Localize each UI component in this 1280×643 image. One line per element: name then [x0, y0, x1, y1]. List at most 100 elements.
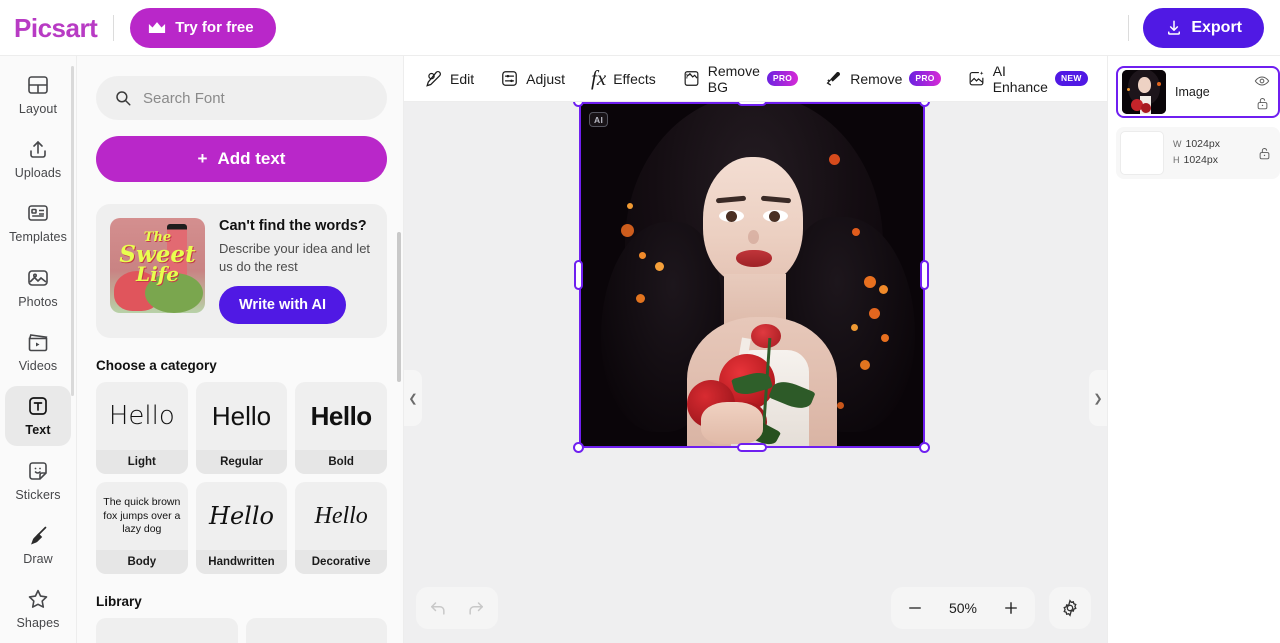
sidebar-item-label: Uploads	[14, 165, 62, 180]
tool-adjust[interactable]: Adjust	[500, 69, 565, 88]
library-grid: QNZ SELO	[96, 618, 387, 643]
add-text-label: Add text	[217, 149, 286, 168]
text-panel: + Add text The Sweet Life Can't find the…	[77, 56, 404, 643]
tool-edit[interactable]: Edit	[424, 69, 474, 88]
templates-icon	[26, 201, 50, 225]
canvas-settings-button[interactable]	[1049, 587, 1091, 629]
font-category-bold[interactable]: Hello Bold	[295, 382, 387, 475]
plus-icon: +	[197, 149, 208, 168]
font-category-decorative[interactable]: Hello Decorative	[295, 482, 387, 575]
zoom-in-button[interactable]	[993, 591, 1029, 625]
redo-button[interactable]	[458, 591, 494, 625]
sidebar-item-label: Shapes	[16, 616, 60, 631]
layer-actions	[1257, 146, 1272, 161]
resize-handle-bottom-left[interactable]	[573, 442, 584, 453]
sidebar-item-text[interactable]: Text	[5, 385, 71, 446]
font-category-grid: Hello Light Hello Regular Hello Bold The…	[96, 382, 387, 575]
resize-handle-top[interactable]	[737, 102, 767, 106]
ai-card-description: Describe your idea and let us do the res…	[219, 241, 371, 274]
write-with-ai-card: The Sweet Life Can't find the words? Des…	[96, 204, 387, 339]
font-category-label: Decorative	[295, 550, 387, 575]
font-category-label: Body	[96, 550, 188, 575]
eye-icon[interactable]	[1254, 73, 1270, 89]
star-icon	[26, 587, 50, 611]
panel-scrollbar[interactable]	[397, 232, 401, 382]
height-label: H	[1173, 155, 1180, 165]
left-rail: Layout Uploads Templates Photos Videos T…	[0, 56, 77, 643]
search-font-input[interactable]	[143, 89, 369, 107]
zoom-out-button[interactable]	[897, 591, 933, 625]
search-icon	[114, 89, 132, 107]
tool-label: Effects	[613, 70, 656, 87]
sidebar-item-label: Photos	[18, 294, 58, 309]
library-item[interactable]: QNZ	[96, 618, 238, 643]
tool-remove[interactable]: Remove PRO	[824, 69, 941, 88]
tool-ai-enhance[interactable]: AI Enhance NEW	[967, 63, 1088, 95]
rail-scrollbar[interactable]	[71, 66, 74, 396]
chevron-right-icon: ❯	[1093, 392, 1103, 405]
layout-icon	[26, 73, 50, 97]
divider	[113, 14, 115, 41]
collapse-left-panel-button[interactable]: ❮	[404, 370, 422, 426]
choose-category-title: Choose a category	[96, 358, 217, 374]
tool-label: Adjust	[526, 70, 566, 87]
tool-label: Remove	[850, 70, 903, 87]
sidebar-item-stickers[interactable]: Stickers	[5, 450, 71, 510]
font-category-handwritten[interactable]: Hello Handwritten	[195, 482, 288, 575]
font-category-body[interactable]: The quick brown fox jumps over a lazy do…	[96, 482, 188, 575]
font-category-light[interactable]: Hello Light	[96, 382, 188, 475]
collapse-right-panel-button[interactable]: ❯	[1089, 370, 1107, 426]
undo-icon	[428, 598, 448, 618]
layer-thumbnail	[1120, 131, 1164, 175]
image-toolbar: Edit Adjust fx Effects Remove BG PRO Rem…	[404, 56, 1135, 102]
undo-button[interactable]	[420, 591, 456, 625]
sidebar-item-draw[interactable]: Draw	[5, 514, 71, 574]
sidebar-item-photos[interactable]: Photos	[5, 257, 71, 317]
tool-label: AI Enhance	[992, 62, 1048, 95]
layer-row-image[interactable]: Image	[1116, 66, 1280, 118]
lock-icon[interactable]	[1257, 146, 1272, 161]
ai-enhance-icon	[967, 69, 986, 88]
sidebar-item-label: Stickers	[15, 487, 61, 502]
brush-icon	[26, 523, 50, 547]
tool-effects[interactable]: fx Effects	[591, 68, 656, 89]
search-font-box[interactable]	[96, 76, 387, 120]
resize-handle-bottom-right[interactable]	[919, 442, 930, 453]
library-title: Library	[96, 594, 142, 610]
font-preview: Hello	[310, 400, 373, 431]
canvas-area[interactable]: AI ❮ ❯ 50%	[404, 102, 1107, 643]
sidebar-item-shapes[interactable]: Shapes	[5, 579, 71, 639]
write-with-ai-button[interactable]: Write with AI	[219, 286, 346, 325]
layer-row-background[interactable]: W 1024px H 1024px	[1116, 127, 1280, 179]
top-bar: Picsart Try for free Export	[0, 0, 1280, 56]
font-preview: Hello	[108, 401, 175, 432]
resize-handle-left[interactable]	[574, 260, 583, 290]
font-category-regular[interactable]: Hello Regular	[195, 382, 288, 475]
export-label: Export	[1191, 18, 1242, 36]
download-icon	[1165, 19, 1183, 37]
sidebar-item-videos[interactable]: Videos	[5, 321, 71, 381]
picsart-logo[interactable]: Picsart	[14, 15, 98, 41]
try-for-free-button[interactable]: Try for free	[130, 7, 276, 48]
resize-handle-bottom[interactable]	[737, 443, 767, 452]
history-controls	[416, 587, 498, 629]
crown-icon	[148, 21, 166, 35]
canvas-image[interactable]: AI	[579, 102, 925, 448]
lock-icon[interactable]	[1255, 96, 1270, 111]
add-text-button[interactable]: + Add text	[96, 136, 387, 182]
sidebar-item-layout[interactable]: Layout	[5, 64, 71, 124]
zoom-level-value: 50%	[948, 600, 978, 616]
sidebar-item-uploads[interactable]: Uploads	[5, 128, 71, 188]
export-button[interactable]: Export	[1143, 7, 1264, 48]
library-item[interactable]: SELO	[245, 618, 387, 643]
layer-thumbnail	[1122, 70, 1166, 114]
pro-badge: PRO	[766, 71, 799, 86]
sidebar-item-templates[interactable]: Templates	[5, 193, 71, 253]
font-category-label: Bold	[295, 450, 387, 475]
upload-icon	[26, 137, 50, 161]
resize-handle-right[interactable]	[920, 260, 929, 290]
tool-label: Edit	[450, 70, 475, 87]
sidebar-item-label: Videos	[18, 358, 58, 373]
tool-remove-bg[interactable]: Remove BG PRO	[682, 63, 799, 95]
layer-dimensions: W 1024px H 1024px	[1173, 137, 1248, 169]
